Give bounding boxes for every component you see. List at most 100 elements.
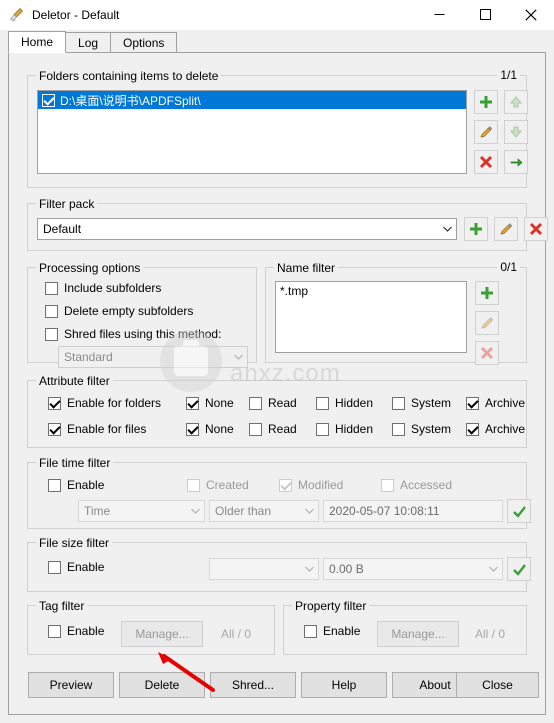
accessed-label: Accessed xyxy=(400,478,453,492)
file-size-apply-button[interactable] xyxy=(507,557,531,581)
files-system-label: System xyxy=(411,422,452,436)
files-archive-label: Archive xyxy=(485,422,526,436)
chevron-down-icon xyxy=(300,501,318,521)
close-button[interactable]: Close xyxy=(456,672,539,698)
tag-filter-legend: Tag filter xyxy=(36,599,88,613)
tab-home[interactable]: Home xyxy=(8,31,67,53)
file-time-kind-combo[interactable]: Time xyxy=(78,500,205,522)
filter-pack-legend: Filter pack xyxy=(36,197,98,211)
modified-label: Modified xyxy=(298,478,344,492)
checkbox-box xyxy=(186,422,199,436)
file-time-value: 2020-05-07 10:08:11 xyxy=(329,504,440,518)
folders-counter: 1/1 xyxy=(497,68,520,82)
move-down-button[interactable] xyxy=(504,120,528,144)
minimize-icon[interactable] xyxy=(416,0,462,30)
preview-label: Preview xyxy=(49,678,93,692)
file-size-filter-legend: File size filter xyxy=(36,536,113,550)
attribute-filter-legend: Attribute filter xyxy=(36,374,113,388)
checkbox-box xyxy=(316,396,329,410)
folders-group-legend: Folders containing items to delete xyxy=(36,69,222,83)
add-folder-button[interactable] xyxy=(474,90,498,114)
tab-options[interactable]: Options xyxy=(110,32,178,53)
delete-folder-button[interactable] xyxy=(474,150,498,174)
folders-system-checkbox[interactable]: System xyxy=(392,396,451,410)
checkbox-box xyxy=(316,422,329,436)
tab-log-label: Log xyxy=(78,35,99,50)
property-manage-label: Manage... xyxy=(391,627,445,641)
file-time-value-field[interactable]: 2020-05-07 10:08:11 xyxy=(323,500,503,522)
delete-empty-subfolders-checkbox[interactable]: Delete empty subfolders xyxy=(45,304,193,318)
tab-options-label: Options xyxy=(123,35,165,50)
tab-log[interactable]: Log xyxy=(65,32,112,53)
files-read-checkbox[interactable]: Read xyxy=(249,422,297,436)
folders-read-label: Read xyxy=(268,396,297,410)
name-filter-listbox[interactable]: *.tmp xyxy=(275,281,467,353)
edit-folder-button[interactable] xyxy=(474,120,498,144)
file-size-filter-group: File size filter Enable 0.00 B xyxy=(27,536,531,592)
delete-filter-pack-button[interactable] xyxy=(524,217,548,241)
files-none-checkbox[interactable]: None xyxy=(186,422,234,436)
shred-button[interactable]: Shred... xyxy=(210,672,296,698)
name-filter-legend: Name filter xyxy=(274,261,339,275)
files-hidden-checkbox[interactable]: Hidden xyxy=(316,422,373,436)
broom-icon xyxy=(9,7,25,23)
filter-pack-combo[interactable]: Default xyxy=(37,218,457,240)
checkbox-box xyxy=(48,560,61,574)
tag-manage-button[interactable]: Manage... xyxy=(121,621,203,647)
modified-checkbox[interactable]: Modified xyxy=(279,478,343,492)
list-item[interactable]: D:\桌面\说明书\APDFSplit\ xyxy=(38,91,466,109)
property-filter-enable-checkbox[interactable]: Enable xyxy=(304,624,360,638)
folders-system-label: System xyxy=(411,396,452,410)
property-manage-button[interactable]: Manage... xyxy=(377,621,459,647)
folder-checkbox[interactable] xyxy=(42,93,55,107)
checkbox-box xyxy=(48,478,61,492)
tag-filter-enable-checkbox[interactable]: Enable xyxy=(48,624,104,638)
about-label: About xyxy=(419,678,451,692)
shred-files-checkbox[interactable]: Shred files using this method: xyxy=(45,327,221,341)
files-read-label: Read xyxy=(268,422,297,436)
enable-for-files-checkbox[interactable]: Enable for files xyxy=(48,422,146,436)
maximize-icon[interactable] xyxy=(462,0,508,30)
open-folder-button[interactable] xyxy=(504,150,528,174)
help-button[interactable]: Help xyxy=(301,672,387,698)
folders-read-checkbox[interactable]: Read xyxy=(249,396,297,410)
list-item[interactable]: *.tmp xyxy=(276,282,466,300)
add-name-filter-button[interactable] xyxy=(475,281,499,305)
file-time-enable-checkbox[interactable]: Enable xyxy=(48,478,104,492)
file-time-comparison-value: Older than xyxy=(215,504,272,518)
include-subfolders-checkbox[interactable]: Include subfolders xyxy=(45,281,161,295)
close-icon[interactable] xyxy=(508,0,554,30)
enable-for-folders-checkbox[interactable]: Enable for folders xyxy=(48,396,161,410)
tab-home-label: Home xyxy=(21,35,54,49)
checkbox-box xyxy=(48,624,61,638)
folders-none-checkbox[interactable]: None xyxy=(186,396,234,410)
delete-button[interactable]: Delete xyxy=(119,672,205,698)
tag-manage-label: Manage... xyxy=(135,627,189,641)
accessed-checkbox[interactable]: Accessed xyxy=(381,478,452,492)
preview-button[interactable]: Preview xyxy=(28,672,114,698)
edit-filter-pack-button[interactable] xyxy=(494,217,518,241)
delete-label: Delete xyxy=(144,678,180,692)
folders-listbox[interactable]: D:\桌面\说明书\APDFSplit\ xyxy=(37,90,467,174)
delete-name-filter-button[interactable] xyxy=(475,341,499,365)
file-size-value-field[interactable]: 0.00 B xyxy=(323,558,503,580)
files-system-checkbox[interactable]: System xyxy=(392,422,451,436)
folders-archive-checkbox[interactable]: Archive xyxy=(466,396,525,410)
file-size-enable-checkbox[interactable]: Enable xyxy=(48,560,104,574)
window-title: Deletor - Default xyxy=(32,7,120,22)
add-filter-pack-button[interactable] xyxy=(464,217,488,241)
move-up-button[interactable] xyxy=(504,90,528,114)
created-checkbox[interactable]: Created xyxy=(187,478,249,492)
folders-group: Folders containing items to delete 1/1 D… xyxy=(27,68,528,188)
chevron-down-icon xyxy=(229,347,247,367)
files-archive-checkbox[interactable]: Archive xyxy=(466,422,525,436)
tag-filter-counter: All / 0 xyxy=(221,627,252,641)
file-time-apply-button[interactable] xyxy=(507,499,531,523)
edit-name-filter-button[interactable] xyxy=(475,311,499,335)
file-time-comparison-combo[interactable]: Older than xyxy=(209,500,319,522)
include-subfolders-label: Include subfolders xyxy=(64,281,162,295)
folders-hidden-checkbox[interactable]: Hidden xyxy=(316,396,373,410)
file-size-comparison-combo[interactable] xyxy=(209,558,319,580)
check-green-icon xyxy=(512,563,526,576)
filter-pack-value: Default xyxy=(43,222,82,236)
